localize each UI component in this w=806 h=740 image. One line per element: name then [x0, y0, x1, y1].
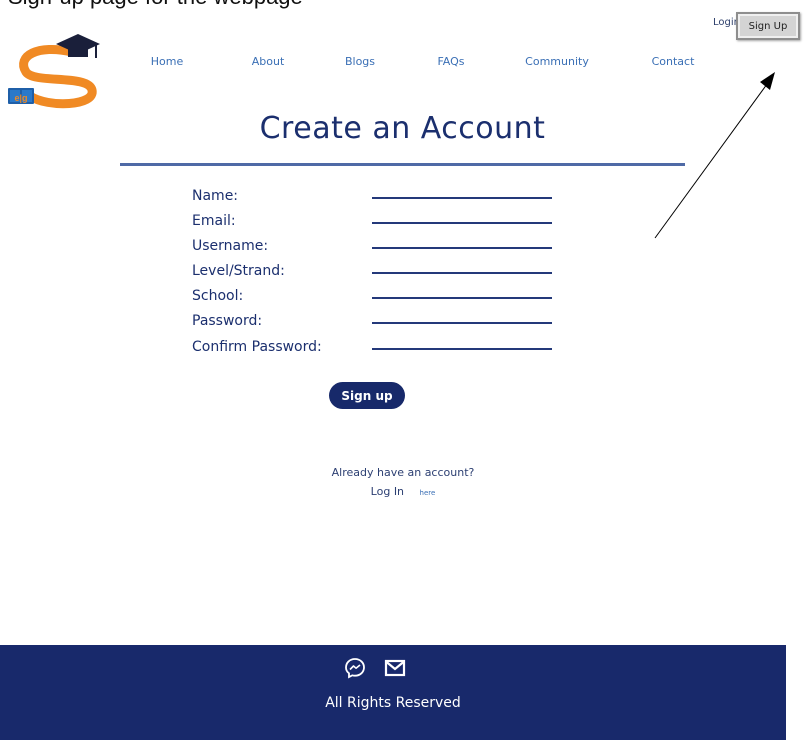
- password-underline: [372, 322, 552, 324]
- page-caption: Sign-up page for the webpage: [8, 0, 303, 10]
- messenger-icon[interactable]: [344, 657, 366, 679]
- title-divider: [120, 163, 685, 166]
- nav-faqs-link[interactable]: FAQs: [437, 55, 464, 68]
- already-have-account-text: Already have an account?: [331, 466, 475, 479]
- login-here-link[interactable]: here: [420, 489, 436, 497]
- site-logo[interactable]: e|g: [8, 34, 102, 114]
- level-strand-input[interactable]: [372, 257, 552, 273]
- signup-submit-button[interactable]: Sign up: [329, 382, 405, 409]
- school-label: School:: [192, 288, 244, 304]
- username-input[interactable]: [372, 232, 552, 248]
- form-row-password: Password:: [192, 307, 592, 335]
- nav-about-link[interactable]: About: [252, 55, 285, 68]
- username-underline: [372, 247, 552, 249]
- confirm-password-input[interactable]: [372, 333, 552, 349]
- password-label: Password:: [192, 313, 263, 329]
- nav-blogs-link[interactable]: Blogs: [345, 55, 375, 68]
- level-strand-label: Level/Strand:: [192, 263, 285, 279]
- main-nav: Home About Blogs FAQs Community Contact: [0, 55, 806, 71]
- page-title: Create an Account: [259, 111, 546, 146]
- logo-badge-text: e|g: [14, 93, 27, 103]
- name-label: Name:: [192, 188, 239, 204]
- footer-icons: [344, 657, 406, 679]
- nav-community-link[interactable]: Community: [525, 55, 589, 68]
- nav-home-link[interactable]: Home: [151, 55, 183, 68]
- login-text: Log In: [370, 485, 405, 498]
- nav-contact-link[interactable]: Contact: [652, 55, 695, 68]
- confirm-password-underline: [372, 348, 552, 350]
- password-input[interactable]: [372, 307, 552, 323]
- email-underline: [372, 222, 552, 224]
- school-underline: [372, 297, 552, 299]
- name-input[interactable]: [372, 182, 552, 198]
- email-label: Email:: [192, 213, 236, 229]
- header-signup-button[interactable]: Sign Up: [736, 12, 800, 40]
- school-input[interactable]: [372, 282, 552, 298]
- form-row-confirm-password: Confirm Password:: [192, 333, 592, 361]
- name-underline: [372, 197, 552, 199]
- email-input[interactable]: [372, 207, 552, 223]
- mail-icon[interactable]: [384, 657, 406, 679]
- footer-copyright-text: All Rights Reserved: [325, 695, 461, 711]
- footer: All Rights Reserved: [0, 645, 786, 740]
- confirm-password-label: Confirm Password:: [192, 339, 322, 355]
- login-row: Log In here: [0, 485, 806, 498]
- username-label: Username:: [192, 238, 269, 254]
- level-strand-underline: [372, 272, 552, 274]
